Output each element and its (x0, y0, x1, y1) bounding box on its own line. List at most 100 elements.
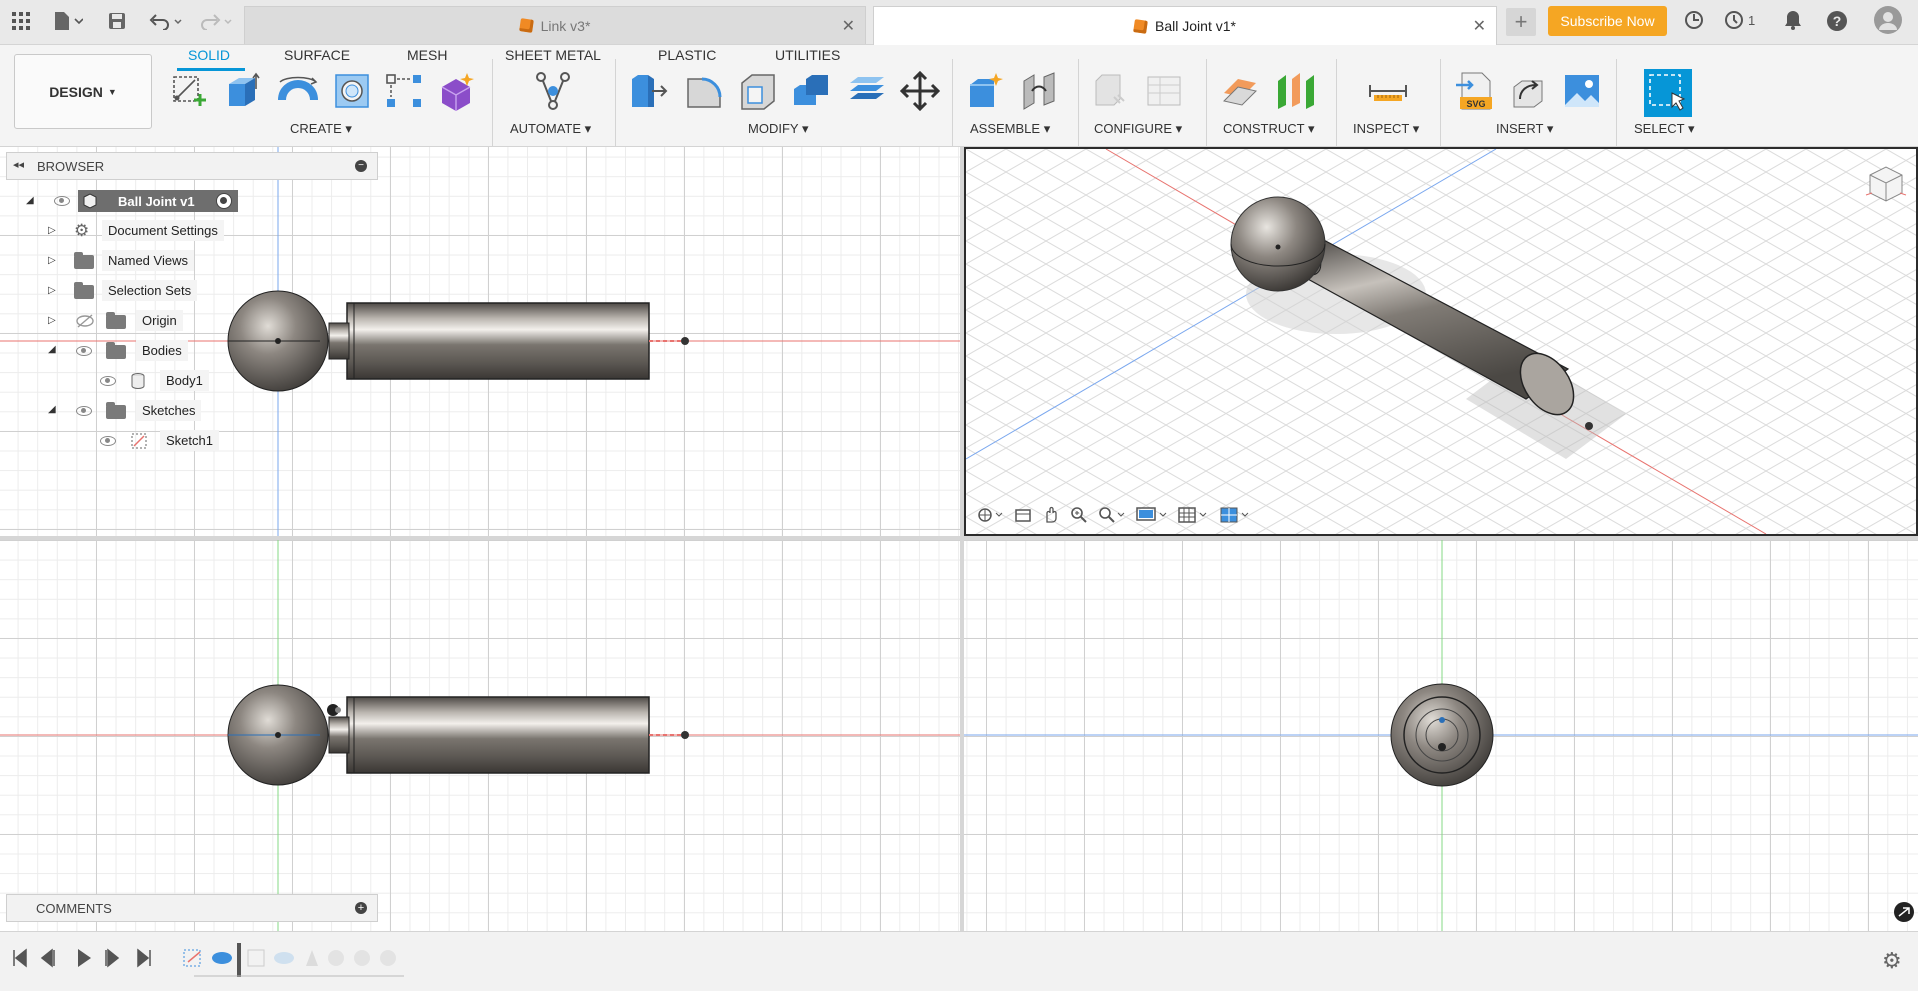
step-forward-icon[interactable] (105, 948, 120, 968)
tab-solid[interactable]: SOLID (188, 47, 230, 63)
workspace-switcher[interactable]: DESIGN ▼ (14, 54, 152, 129)
insert-svg-icon[interactable]: SVG (1454, 71, 1494, 111)
job-status-button[interactable]: 1 (1724, 10, 1755, 30)
timeline-settings-gear-icon[interactable]: ⚙ (1882, 948, 1902, 974)
collapse-panel-icon[interactable]: ◂◂ (13, 158, 24, 171)
tab-ball-joint-v1[interactable]: Ball Joint v1* ✕ (873, 6, 1497, 45)
sketch-point[interactable] (681, 731, 689, 739)
timeline-feature-disabled-icon[interactable] (380, 950, 396, 966)
offset-plane-icon[interactable] (1220, 71, 1260, 111)
grid-snaps-icon[interactable] (1178, 506, 1210, 524)
new-tab-plus-icon[interactable]: + (1506, 8, 1536, 36)
group-label-inspect[interactable]: INSPECT ▾ (1353, 121, 1419, 137)
select-icon[interactable] (1644, 69, 1692, 117)
go-to-start-icon[interactable] (13, 948, 27, 968)
sketch-point[interactable] (1585, 422, 1593, 430)
group-label-assemble[interactable]: ASSEMBLE ▾ (970, 121, 1050, 137)
automate-icon[interactable] (533, 71, 573, 111)
display-settings-icon[interactable] (1136, 506, 1168, 524)
redo-icon[interactable] (196, 9, 236, 33)
press-pull-icon[interactable] (628, 71, 668, 111)
zoom-icon[interactable] (1070, 506, 1088, 524)
hidden-eye-icon[interactable] (76, 314, 94, 328)
shell-icon[interactable] (738, 71, 778, 111)
expand-triangle-icon[interactable]: ▷ (48, 255, 56, 266)
orbit-icon[interactable] (976, 506, 1004, 524)
expand-triangle-icon[interactable]: ▷ (48, 285, 56, 296)
group-label-modify[interactable]: MODIFY ▾ (748, 121, 808, 137)
viewports-icon[interactable] (1220, 506, 1252, 524)
expand-triangle-icon[interactable]: ▷ (48, 225, 56, 236)
step-back-icon[interactable] (40, 948, 55, 968)
viewport-front[interactable] (0, 540, 960, 931)
viewport-horizontal-splitter[interactable] (0, 536, 1918, 540)
fullscreen-toggle-icon[interactable] (1894, 902, 1914, 922)
visibility-eye-icon[interactable] (100, 436, 116, 446)
create-sketch-icon[interactable] (170, 71, 210, 111)
apps-grid-icon[interactable] (8, 9, 34, 33)
zoom-window-icon[interactable] (1098, 506, 1126, 524)
configure-icon[interactable] (1090, 71, 1130, 111)
hole-icon[interactable] (332, 71, 372, 111)
play-icon[interactable] (78, 949, 91, 967)
tab-surface[interactable]: SURFACE (284, 47, 350, 63)
insert-derive-icon[interactable] (1508, 71, 1548, 111)
visibility-eye-icon[interactable] (76, 406, 92, 416)
minimize-panel-icon[interactable]: − (355, 160, 367, 172)
go-to-end-icon[interactable] (137, 948, 151, 968)
activate-component-icon[interactable] (216, 193, 232, 209)
group-label-construct[interactable]: CONSTRUCT ▾ (1223, 121, 1315, 137)
undo-icon[interactable] (146, 9, 186, 33)
save-icon[interactable] (106, 9, 128, 33)
pattern-icon[interactable] (384, 71, 424, 111)
timeline-feature-disabled-icon[interactable] (328, 950, 344, 966)
tab-mesh[interactable]: MESH (407, 47, 447, 63)
tab-sheet-metal[interactable]: SHEET METAL (505, 47, 601, 63)
viewport-perspective[interactable] (964, 147, 1918, 536)
group-label-select[interactable]: SELECT ▾ (1634, 121, 1694, 137)
expand-triangle-icon[interactable]: ▷ (48, 315, 56, 326)
fillet-icon[interactable] (684, 71, 724, 111)
timeline-revolve-icon[interactable] (212, 952, 232, 964)
move-copy-icon[interactable] (900, 71, 940, 111)
insert-canvas-icon[interactable] (1562, 71, 1602, 111)
sync-status-icon[interactable] (1684, 10, 1704, 36)
tab-utilities[interactable]: UTILITIES (775, 47, 840, 63)
viewport-right[interactable] (964, 540, 1918, 931)
view-cube-icon[interactable] (1864, 161, 1908, 205)
file-menu-icon[interactable] (48, 9, 88, 33)
group-label-insert[interactable]: INSERT ▾ (1496, 121, 1553, 137)
group-label-configure[interactable]: CONFIGURE ▾ (1094, 121, 1182, 137)
timeline-sketch-disabled-icon[interactable] (247, 949, 265, 967)
pan-hand-icon[interactable] (1042, 506, 1060, 524)
group-label-create[interactable]: CREATE ▾ (290, 121, 352, 137)
comments-panel-header[interactable]: COMMENTS + (6, 894, 378, 922)
close-tab-icon[interactable]: ✕ (1473, 16, 1486, 36)
timeline-feature-disabled-icon[interactable] (354, 950, 370, 966)
joint-icon[interactable] (1020, 71, 1060, 111)
timeline-marker[interactable] (237, 943, 241, 977)
midplane-icon[interactable] (1276, 71, 1316, 111)
collapse-triangle-icon[interactable]: ◢ (48, 404, 56, 415)
visibility-eye-icon[interactable] (54, 196, 70, 206)
subscribe-button[interactable]: Subscribe Now (1548, 6, 1667, 36)
tab-link-v3[interactable]: Link v3* ✕ (244, 6, 866, 44)
timeline-feature-disabled-icon[interactable] (306, 950, 318, 966)
visibility-eye-icon[interactable] (76, 346, 92, 356)
combine-icon[interactable] (792, 71, 832, 111)
configuration-table-icon[interactable] (1144, 71, 1184, 111)
tab-plastic[interactable]: PLASTIC (658, 47, 716, 63)
close-tab-icon[interactable]: ✕ (842, 16, 855, 36)
notifications-bell-icon[interactable] (1784, 10, 1802, 36)
sketch-point[interactable] (681, 337, 689, 345)
user-avatar-icon[interactable] (1874, 6, 1902, 40)
offset-face-icon[interactable] (846, 71, 886, 111)
extrude-icon[interactable] (222, 71, 262, 111)
create-form-icon[interactable] (436, 71, 476, 111)
timeline-revolve-disabled-icon[interactable] (274, 952, 294, 964)
collapse-triangle-icon[interactable]: ◢ (48, 344, 56, 355)
group-label-automate[interactable]: AUTOMATE ▾ (510, 121, 591, 137)
root-chip[interactable]: Ball Joint v1 (78, 190, 238, 212)
measure-icon[interactable] (1368, 71, 1408, 111)
collapse-triangle-icon[interactable]: ◢ (26, 195, 34, 206)
